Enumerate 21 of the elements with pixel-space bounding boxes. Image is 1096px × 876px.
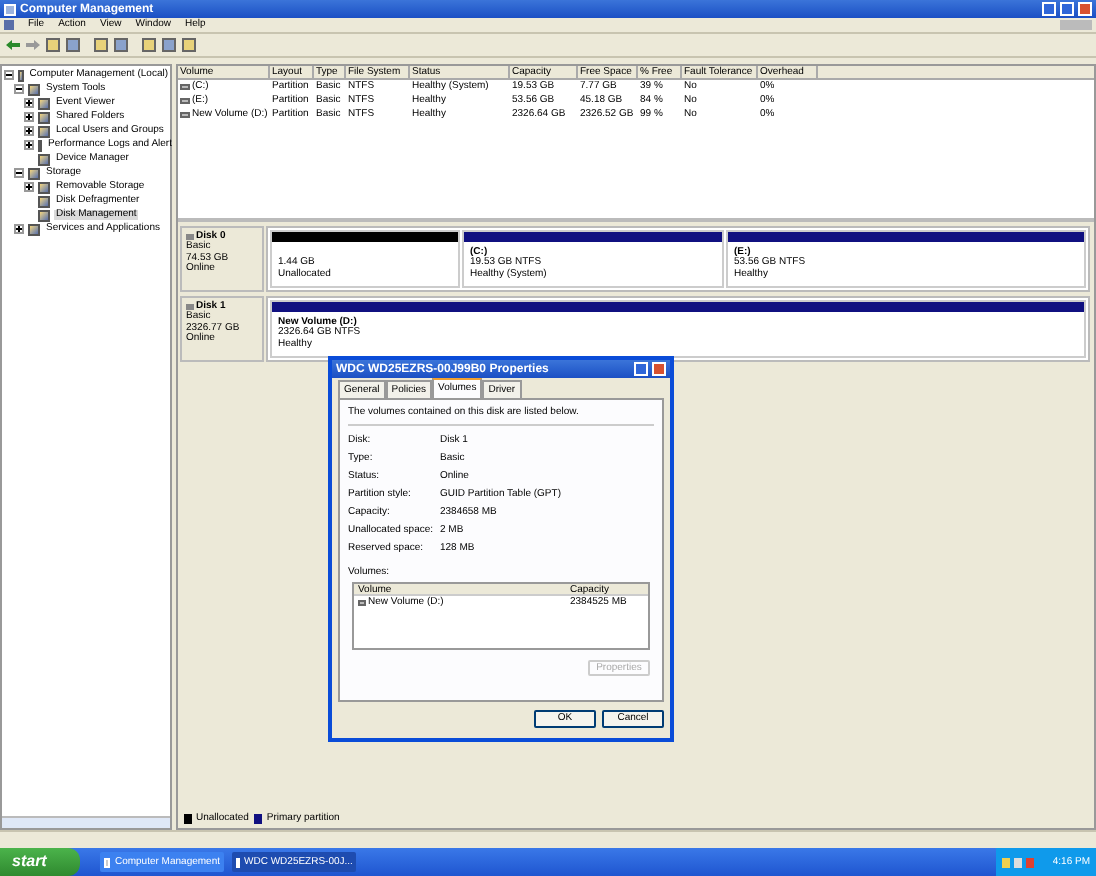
- close-button[interactable]: [652, 362, 666, 376]
- expand-toggle[interactable]: [24, 98, 34, 108]
- collapse-toggle[interactable]: [4, 70, 14, 80]
- expand-toggle[interactable]: [24, 126, 34, 136]
- expand-toggle[interactable]: [24, 112, 34, 122]
- expand-toggle[interactable]: [24, 182, 34, 192]
- expand-toggle[interactable]: [24, 140, 34, 150]
- close-button[interactable]: [1078, 2, 1092, 16]
- forward-arrow-icon[interactable]: [26, 40, 40, 50]
- restore-button[interactable]: [1060, 2, 1074, 16]
- expand-toggle[interactable]: [14, 224, 24, 234]
- collapse-toggle[interactable]: [14, 84, 24, 94]
- app-icon: [4, 3, 16, 15]
- help-button[interactable]: [634, 362, 648, 376]
- horizontal-scrollbar[interactable]: [2, 816, 170, 828]
- drive-icon: [358, 599, 366, 605]
- back-arrow-icon[interactable]: [6, 40, 20, 50]
- window-icon: [104, 857, 111, 867]
- document-icon: [4, 20, 14, 30]
- minimize-button[interactable]: [1042, 2, 1056, 16]
- collapse-toggle[interactable]: [14, 168, 24, 178]
